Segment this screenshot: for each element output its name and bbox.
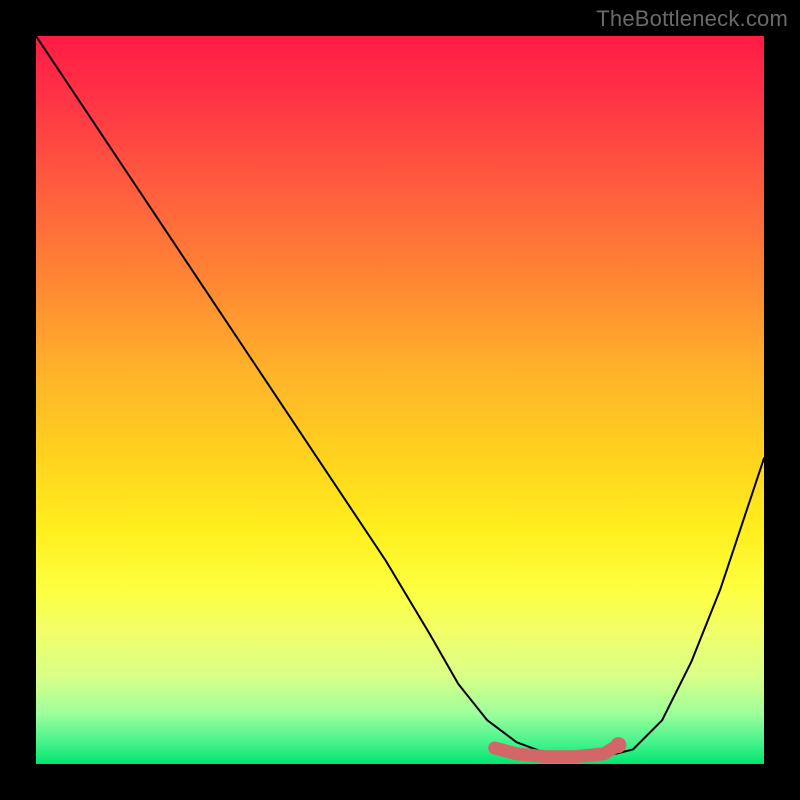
bottleneck-curve	[36, 36, 764, 757]
marker-end-dot	[610, 737, 626, 753]
flat-region-marker	[495, 745, 619, 757]
curve-layer	[36, 36, 764, 764]
watermark-text: TheBottleneck.com	[596, 6, 788, 32]
plot-area	[36, 36, 764, 764]
chart-frame: TheBottleneck.com	[0, 0, 800, 800]
